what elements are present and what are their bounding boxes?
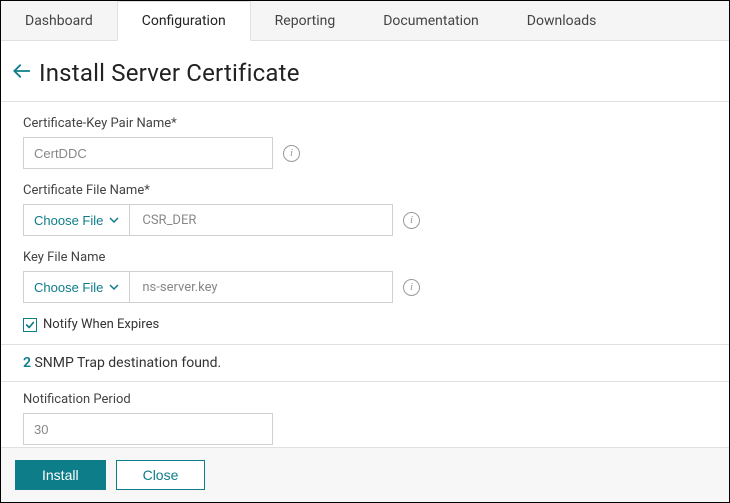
notify-checkbox[interactable] bbox=[23, 318, 37, 332]
period-label: Notification Period bbox=[23, 392, 707, 407]
chevron-down-icon bbox=[109, 280, 119, 295]
close-button[interactable]: Close bbox=[116, 460, 206, 490]
cert-pair-input[interactable] bbox=[23, 137, 273, 169]
key-file-value: ns-server.key bbox=[130, 272, 392, 302]
tab-dashboard[interactable]: Dashboard bbox=[1, 1, 117, 40]
choose-file-label: Choose File bbox=[34, 213, 103, 228]
install-button[interactable]: Install bbox=[15, 460, 106, 490]
tab-downloads[interactable]: Downloads bbox=[503, 1, 621, 40]
divider bbox=[1, 381, 729, 382]
key-file-label: Key File Name bbox=[23, 250, 707, 265]
back-arrow-icon[interactable] bbox=[11, 61, 31, 85]
tab-configuration[interactable]: Configuration bbox=[117, 1, 251, 41]
page-header: Install Server Certificate bbox=[1, 41, 729, 101]
info-icon[interactable]: i bbox=[403, 279, 420, 296]
period-input[interactable] bbox=[23, 413, 273, 445]
cert-file-choose-button[interactable]: Choose File bbox=[24, 205, 130, 235]
notify-label: Notify When Expires bbox=[43, 317, 159, 332]
footer-actions: Install Close bbox=[1, 447, 729, 502]
tab-documentation[interactable]: Documentation bbox=[359, 1, 503, 40]
choose-file-label: Choose File bbox=[34, 280, 103, 295]
key-file-choose-button[interactable]: Choose File bbox=[24, 272, 130, 302]
cert-pair-label: Certificate-Key Pair Name* bbox=[23, 116, 707, 131]
snmp-status: 2 SNMP Trap destination found. bbox=[23, 355, 707, 371]
info-icon[interactable]: i bbox=[283, 145, 300, 162]
top-tabs: Dashboard Configuration Reporting Docume… bbox=[1, 1, 729, 41]
page-title: Install Server Certificate bbox=[39, 59, 300, 87]
chevron-down-icon bbox=[109, 213, 119, 228]
snmp-text: SNMP Trap destination found. bbox=[31, 355, 221, 371]
key-file-combo: Choose File ns-server.key bbox=[23, 271, 393, 303]
tab-reporting[interactable]: Reporting bbox=[251, 1, 360, 40]
cert-file-label: Certificate File Name* bbox=[23, 183, 707, 198]
cert-file-combo: Choose File CSR_DER bbox=[23, 204, 393, 236]
info-icon[interactable]: i bbox=[403, 212, 420, 229]
cert-file-value: CSR_DER bbox=[130, 205, 392, 235]
divider bbox=[1, 344, 729, 345]
snmp-count: 2 bbox=[23, 355, 31, 371]
form-area: Certificate-Key Pair Name* i Certificate… bbox=[1, 101, 729, 447]
